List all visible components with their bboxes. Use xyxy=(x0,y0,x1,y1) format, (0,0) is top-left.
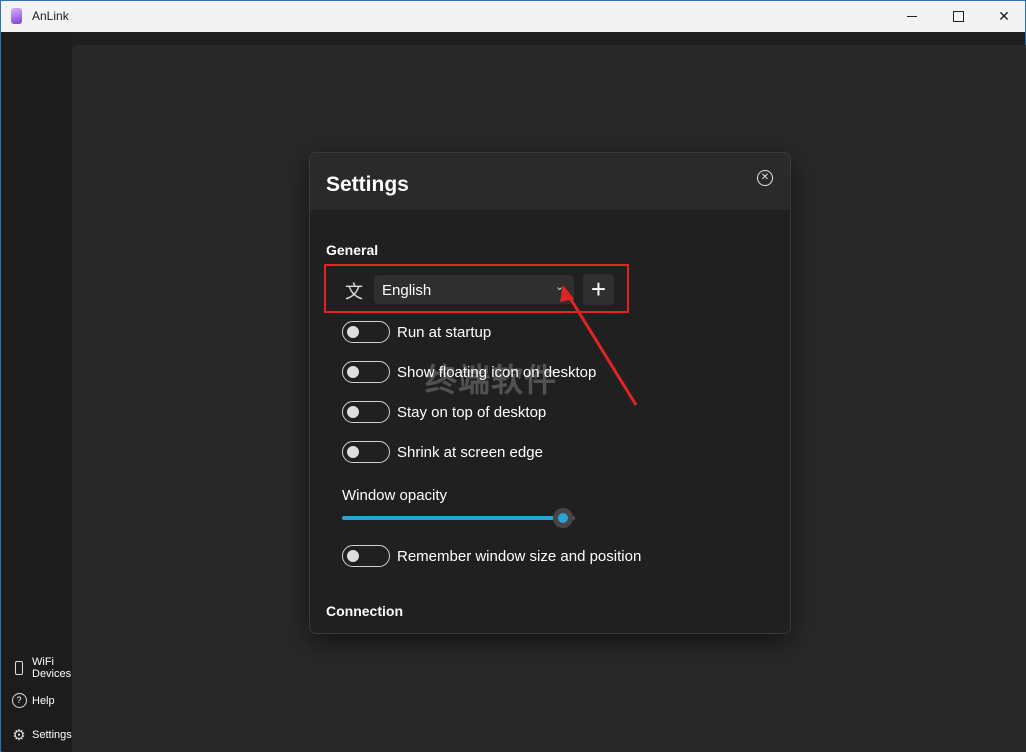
toggle-row-shrink-edge[interactable]: Shrink at screen edge xyxy=(342,441,543,463)
sidebar-item-help[interactable]: ? Help xyxy=(10,693,55,708)
toggle-row-floating-icon[interactable]: Show floating icon on desktop xyxy=(342,361,596,383)
toggle-label: Show floating icon on desktop xyxy=(397,363,597,381)
toggle-switch[interactable] xyxy=(342,361,390,383)
sidebar-item-wifi-devices[interactable]: WiFi Devices xyxy=(10,656,71,680)
add-language-button[interactable]: + xyxy=(583,274,614,305)
toggle-row-remember-window[interactable]: Remember window size and position xyxy=(342,545,641,567)
dialog-header: Settings ✕ xyxy=(310,153,790,210)
language-dropdown[interactable]: English ⌄ xyxy=(374,275,574,304)
phone-icon xyxy=(10,661,28,675)
sidebar-item-settings[interactable]: ⚙ Settings xyxy=(10,726,72,744)
section-connection: Connection xyxy=(326,603,403,619)
section-general: General xyxy=(326,242,379,258)
chevron-down-icon: ⌄ xyxy=(555,281,565,293)
toggle-label: Run at startup xyxy=(397,323,492,341)
opacity-slider[interactable] xyxy=(342,508,575,528)
sidebar-item-label: WiFi Devices xyxy=(32,656,72,680)
maximize-button[interactable] xyxy=(935,1,981,32)
sidebar-item-label: Settings xyxy=(32,729,72,741)
slider-thumb[interactable] xyxy=(553,508,574,528)
toggle-switch[interactable] xyxy=(342,401,390,423)
close-window-button[interactable]: ✕ xyxy=(981,1,1026,32)
opacity-label: Window opacity xyxy=(342,487,448,504)
plus-icon: + xyxy=(590,274,607,304)
dialog-title: Settings xyxy=(326,173,409,196)
app-title: AnLink xyxy=(32,9,69,23)
toggle-row-stay-on-top[interactable]: Stay on top of desktop xyxy=(342,401,546,423)
toggle-switch[interactable] xyxy=(342,441,390,463)
minimize-button[interactable] xyxy=(889,1,935,32)
app-window: AnLink ✕ WiFi Devices ? Help ⚙ Settings … xyxy=(0,0,1026,752)
help-icon: ? xyxy=(10,693,28,708)
toggle-label: Shrink at screen edge xyxy=(397,443,543,461)
close-icon: ✕ xyxy=(998,8,1010,24)
minimize-icon xyxy=(907,16,917,17)
toggle-label: Stay on top of desktop xyxy=(397,403,547,421)
translate-icon: 文 xyxy=(345,282,363,302)
toggle-label: Remember window size and position xyxy=(397,547,642,565)
language-value: English xyxy=(382,282,432,299)
app-icon xyxy=(11,8,22,24)
sidebar-item-label: Help xyxy=(32,694,55,707)
toggle-row-run-at-startup[interactable]: Run at startup xyxy=(342,321,491,343)
toggle-switch[interactable] xyxy=(342,545,390,567)
close-circle-icon[interactable]: ✕ xyxy=(757,170,773,186)
title-bar[interactable]: AnLink ✕ xyxy=(1,1,1025,32)
settings-dialog: Settings ✕ General 文 English ⌄ + Run at … xyxy=(309,152,791,634)
slider-fill xyxy=(342,516,564,520)
gear-icon: ⚙ xyxy=(12,727,26,744)
toggle-switch[interactable] xyxy=(342,321,390,343)
sidebar: WiFi Devices ? Help ⚙ Settings xyxy=(2,32,72,752)
maximize-icon xyxy=(952,11,964,22)
